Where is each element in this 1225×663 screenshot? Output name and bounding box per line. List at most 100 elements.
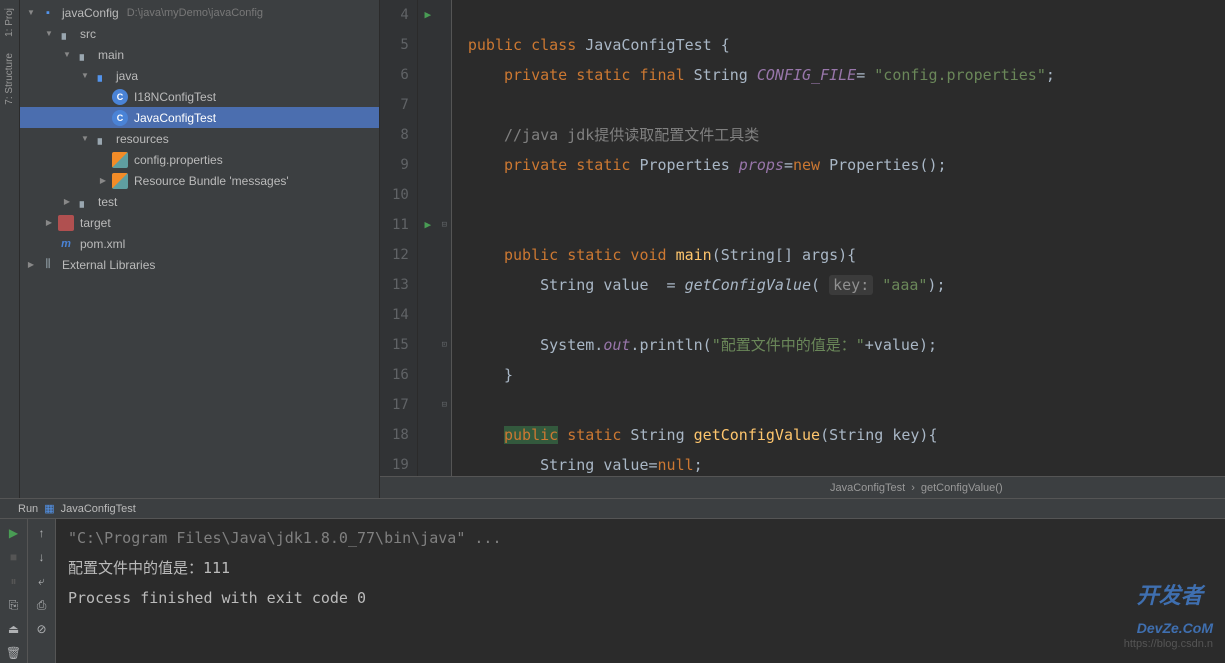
target-icon bbox=[58, 215, 74, 231]
javafile-icon: C bbox=[112, 110, 128, 126]
folder-src[interactable]: ▖ src bbox=[20, 23, 379, 44]
folder-icon: ▖ bbox=[58, 26, 74, 42]
soft-wrap-button[interactable]: ⤶ bbox=[32, 571, 52, 591]
console-line: 配置文件中的值是：111 bbox=[68, 553, 1213, 583]
fold-end-icon[interactable]: ⊡ bbox=[438, 330, 451, 360]
resource-bundle-messages[interactable]: Resource Bundle 'messages' bbox=[20, 170, 379, 191]
line-number[interactable]: 5 bbox=[392, 30, 409, 60]
line-number[interactable]: 8 bbox=[392, 120, 409, 150]
tree-label: target bbox=[80, 216, 111, 230]
props-icon bbox=[112, 152, 128, 168]
tree-label: javaConfig bbox=[62, 6, 119, 20]
line-number[interactable]: 10 bbox=[392, 180, 409, 210]
console-line: Process finished with exit code 0 bbox=[68, 583, 1213, 613]
scroll-up-button[interactable]: ↑ bbox=[32, 523, 52, 543]
line-number[interactable]: 4 bbox=[392, 0, 409, 30]
line-number[interactable]: 17 bbox=[392, 390, 409, 420]
print-button[interactable]: ⎙ bbox=[32, 595, 52, 615]
folder-target[interactable]: target bbox=[20, 212, 379, 233]
tree-label: Resource Bundle 'messages' bbox=[134, 174, 289, 188]
folder-icon: ▖ bbox=[76, 194, 92, 210]
fold-icon[interactable]: ⊟ bbox=[438, 210, 451, 240]
run-line-icon[interactable]: ▶ bbox=[418, 210, 438, 240]
run-config-icon: ▦ bbox=[44, 502, 54, 515]
line-number[interactable]: 11 bbox=[392, 210, 409, 240]
line-number-gutter[interactable]: 45678910111213141516171819 bbox=[380, 0, 418, 476]
file-i18nconfigtest[interactable]: C I18NConfigTest bbox=[20, 86, 379, 107]
line-number[interactable]: 12 bbox=[392, 240, 409, 270]
tree-arrow-icon[interactable] bbox=[26, 8, 36, 18]
file-config-properties[interactable]: config.properties bbox=[20, 149, 379, 170]
line-number[interactable]: 6 bbox=[392, 60, 409, 90]
line-number[interactable]: 7 bbox=[392, 90, 409, 120]
tree-arrow-icon[interactable] bbox=[62, 50, 72, 60]
run-toolbar-primary: ▶ ■ ⏸ ⎘ ⏏ 🗑 bbox=[0, 519, 28, 663]
breadcrumb-item[interactable]: getConfigValue() bbox=[921, 482, 1003, 494]
line-number[interactable]: 19 bbox=[392, 450, 409, 476]
tree-arrow-icon[interactable] bbox=[26, 260, 36, 270]
tree-label: java bbox=[116, 69, 138, 83]
scroll-down-button[interactable]: ↓ bbox=[32, 547, 52, 567]
run-line-icon[interactable]: ▶ bbox=[418, 0, 438, 30]
project-tree[interactable]: ▪javaConfigD:\java\myDemo\javaConfig▖src… bbox=[20, 0, 380, 498]
fold-icon[interactable]: ⊟ bbox=[438, 390, 451, 420]
pause-button[interactable]: ⏸ bbox=[4, 571, 24, 591]
breadcrumb: JavaConfigTest › getConfigValue() bbox=[380, 476, 1225, 498]
external-libraries[interactable]: ⫼ External Libraries bbox=[20, 254, 379, 275]
tree-label: I18NConfigTest bbox=[134, 90, 216, 104]
folder-main[interactable]: ▖main bbox=[20, 44, 379, 65]
console-output[interactable]: "C:\Program Files\Java\jdk1.8.0_77\bin\j… bbox=[56, 519, 1225, 663]
run-panel-header[interactable]: Run ▦ JavaConfigTest bbox=[0, 499, 1225, 519]
dump-threads-button[interactable]: ⎘ bbox=[4, 595, 24, 615]
lib-icon: ⫼ bbox=[40, 257, 56, 273]
tree-label: test bbox=[98, 195, 117, 209]
path-hint: D:\java\myDemo\javaConfig bbox=[127, 7, 263, 19]
javafile-icon: C bbox=[112, 89, 128, 105]
line-number[interactable]: 15 bbox=[392, 330, 409, 360]
tree-label: External Libraries bbox=[62, 258, 155, 272]
tree-arrow-icon[interactable] bbox=[80, 71, 90, 81]
line-number[interactable]: 16 bbox=[392, 360, 409, 390]
tree-arrow-icon[interactable] bbox=[44, 218, 54, 228]
clear-button[interactable]: ⊘ bbox=[32, 619, 52, 639]
fold-gutter[interactable]: ⊟ ⊡ ⊟ bbox=[438, 0, 452, 476]
line-number[interactable]: 9 bbox=[392, 150, 409, 180]
run-config-name: JavaConfigTest bbox=[61, 503, 136, 515]
folder-icon: ▖ bbox=[76, 47, 92, 63]
folder-icon: ▖ bbox=[94, 131, 110, 147]
folder-test[interactable]: ▖ test bbox=[20, 191, 379, 212]
project-root[interactable]: ▪javaConfigD:\java\myDemo\javaConfig bbox=[20, 2, 379, 23]
file-javaconfigtest[interactable]: C JavaConfigTest bbox=[20, 107, 379, 128]
stop-button[interactable]: ■ bbox=[4, 547, 24, 567]
breadcrumb-item[interactable]: JavaConfigTest bbox=[830, 482, 905, 494]
tree-arrow-icon[interactable] bbox=[62, 197, 72, 207]
folder-resources[interactable]: ▖ resources bbox=[20, 128, 379, 149]
tool-tab-project[interactable]: 1: Proj bbox=[2, 4, 17, 41]
run-toolbar-secondary: ↑ ↓ ⤶ ⎙ ⊘ bbox=[28, 519, 56, 663]
run-gutter[interactable]: ▶ ▶ bbox=[418, 0, 438, 476]
run-label: Run bbox=[18, 503, 38, 515]
trash-button[interactable]: 🗑 bbox=[4, 643, 24, 663]
tree-label: JavaConfigTest bbox=[134, 111, 216, 125]
tree-arrow-icon[interactable] bbox=[44, 29, 54, 39]
props-icon bbox=[112, 173, 128, 189]
tree-label: src bbox=[80, 27, 96, 41]
rerun-button[interactable]: ▶ bbox=[4, 523, 24, 543]
tool-tab-structure[interactable]: 7: Structure bbox=[2, 49, 17, 109]
file-pom-xml[interactable]: m pom.xml bbox=[20, 233, 379, 254]
folder-java[interactable]: ▖ java bbox=[20, 65, 379, 86]
maven-icon: m bbox=[58, 236, 74, 252]
editor-area: 45678910111213141516171819 ▶ ▶ ⊟ ⊡ ⊟ pub… bbox=[380, 0, 1225, 498]
tree-label: pom.xml bbox=[80, 237, 125, 251]
exit-button[interactable]: ⏏ bbox=[4, 619, 24, 639]
tree-arrow-icon[interactable] bbox=[98, 176, 108, 186]
tree-label: resources bbox=[116, 132, 169, 146]
code-editor[interactable]: public class JavaConfigTest { private st… bbox=[452, 0, 1225, 476]
line-number[interactable]: 13 bbox=[392, 270, 409, 300]
tree-arrow-icon[interactable] bbox=[80, 134, 90, 144]
watermark-url: https://blog.csdn.n bbox=[1124, 629, 1213, 659]
tool-window-bar-left: 1: Proj 7: Structure bbox=[0, 0, 20, 498]
folder-icon: ▖ bbox=[94, 68, 110, 84]
line-number[interactable]: 18 bbox=[392, 420, 409, 450]
line-number[interactable]: 14 bbox=[392, 300, 409, 330]
